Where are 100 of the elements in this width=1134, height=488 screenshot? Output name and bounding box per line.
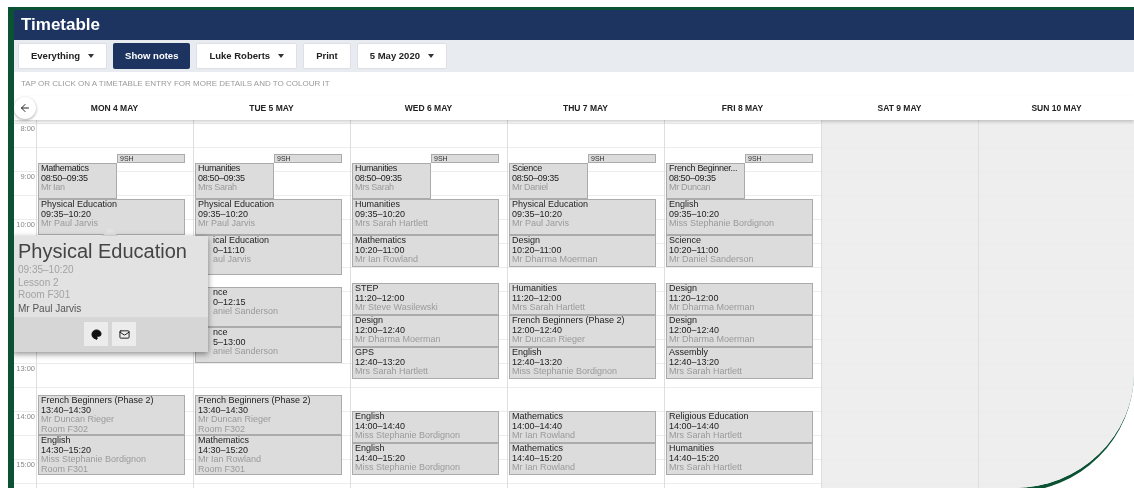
entry-time: 09:35–10:20 (355, 209, 406, 219)
back-button[interactable] (14, 97, 36, 119)
caret-icon (427, 54, 434, 58)
entry-teacher: Miss Stephanie Bordignon (41, 455, 147, 465)
entry-time: 12:00–12:40 (669, 325, 720, 335)
day-heading: WED 6 MAY (404, 101, 453, 115)
entry-subject: Humanities (355, 200, 401, 210)
timetable-entry[interactable]: French Beginners (Phase 2) 13:40–14:30 Mr Duncan Rieger Room F302 (38, 395, 185, 435)
timetable-entry[interactable]: Mathematics 14:00–14:40 Mr Ian Rowland (509, 411, 656, 443)
entry-subject: nce (213, 288, 228, 298)
entry-teacher: Mr Duncan Rieger (512, 335, 586, 345)
timetable-entry[interactable]: GPS 12:40–13:20 Mrs Sarah Hartlett (352, 347, 499, 379)
entry-subject: STEP (355, 284, 379, 294)
timetable-entry[interactable]: Science 08:50–09:35 Mr Daniel (509, 163, 588, 199)
message-button[interactable] (112, 322, 136, 347)
day-heading: THU 7 MAY (563, 101, 608, 115)
timetable-entry[interactable]: Physical Education 09:35–10:20 Mr Paul Jarvis (509, 199, 656, 235)
timetable-entry[interactable]: Design 12:00–12:40 Mr Dharma Moerman (352, 315, 499, 347)
entry-time: 13:40–14:30 (41, 405, 92, 415)
toggle-button[interactable]: Show notes (113, 43, 191, 69)
colour-button[interactable] (84, 322, 108, 347)
entry-subject: Assembly (669, 348, 708, 358)
entry-teacher: Mrs Sarah Hartlett (512, 303, 586, 313)
timetable-entry[interactable]: Assembly 12:40–13:20 Mrs Sarah Hartlett (666, 347, 813, 379)
popup-teacher: Mr Paul Jarvis (18, 301, 82, 315)
popup-title: Physical Education (18, 239, 187, 264)
popup-detail: Room F301 (18, 289, 71, 302)
timetable-entry[interactable]: Humanities 11:20–12:00 Mrs Sarah Hartlett (509, 283, 656, 315)
entry-subject: Science (669, 236, 702, 246)
timetable-entry[interactable]: English 09:35–10:20 Miss Stephanie Bordignon (666, 199, 813, 235)
entry-subject: Religious Education (669, 412, 749, 422)
entry-teacher: Mr Ian Rowland (512, 463, 576, 473)
entry-time: 14:40–15:20 (669, 453, 720, 463)
timetable-entry[interactable]: Design 12:00–12:40 Mr Dharma Moerman (666, 315, 813, 347)
entry-time: 09:35–10:20 (198, 209, 249, 219)
entry-subject: English (41, 436, 71, 446)
timetable-entry[interactable]: English 12:40–13:20 Miss Stephanie Bordignon (509, 347, 656, 379)
timetable-entry[interactable]: English 14:40–15:20 Miss Stephanie Bordignon (352, 443, 499, 475)
entry-teacher: Mr Daniel Sanderson (669, 255, 754, 265)
hint-text: TAP OR CLICK ON A TIMETABLE ENTRY FOR MORE DETAILS AND TO COLOUR IT (21, 78, 330, 90)
entry-teacher: Miss Stephanie Bordignon (355, 463, 461, 473)
timetable-entry[interactable]: Science 10:20–11:00 Mr Daniel Sanderson (666, 235, 813, 267)
dropdown-button[interactable]: Everything (18, 43, 108, 69)
timetable-entry[interactable]: French Beginner... 08:50–09:35 Mr Duncan (666, 163, 745, 199)
entry-subject: Physical Education (41, 200, 118, 210)
timetable-entry[interactable]: Humanities 14:40–15:20 Mrs Sarah Hartlett (666, 443, 813, 475)
entry-teacher: Mrs Sarah Hartlett (669, 367, 743, 377)
timetable-entry[interactable]: English 14:30–15:20 Miss Stephanie Bordignon Room F301 (38, 435, 185, 475)
entry-subject: English (512, 348, 542, 358)
entry-time: 13:40–14:30 (198, 405, 249, 415)
timetable-entry[interactable]: STEP 11:20–12:00 Mr Steve Wasilewski (352, 283, 499, 315)
entry-time: 14:00–14:40 (512, 421, 563, 431)
entry-teacher: Mr Duncan Rieger (41, 415, 115, 425)
print-button[interactable]: Print (303, 43, 351, 69)
entry-time: 0–11:10 (213, 245, 245, 255)
timetable-entry[interactable]: Humanities 08:50–09:35 Mrs Sarah (195, 163, 274, 199)
entry-room: Room F302 (41, 424, 89, 434)
entry-room: Room F302 (198, 424, 246, 434)
back-arrow-icon (19, 102, 31, 114)
entry-subject: Humanities (669, 444, 715, 454)
entry-teacher: Mr Paul Jarvis (198, 219, 255, 229)
entry-teacher: Mr Paul Jarvis (512, 219, 569, 229)
entry-time: 10:20–11:00 (355, 245, 405, 255)
timetable-entry[interactable]: Humanities 09:35–10:20 Mrs Sarah Hartlett (352, 199, 499, 235)
entry-teacher: Mr Dharma Moerman (355, 335, 441, 345)
day-heading: SUN 10 MAY (1031, 101, 1082, 115)
entry-teacher: Mr Dharma Moerman (669, 303, 755, 313)
timetable-entry[interactable]: French Beginners (Phase 2) 13:40–14:30 Mr Duncan Rieger Room F302 (195, 395, 342, 435)
entry-time: 14:00–14:40 (355, 421, 406, 431)
timetable-entry[interactable]: Mathematics 14:40–15:20 Mr Ian Rowland (509, 443, 656, 475)
entry-teacher: Mr Steve Wasilewski (355, 303, 438, 313)
entry-time: 12:00–12:40 (355, 325, 406, 335)
dropdown-button[interactable]: 5 May 2020 (356, 43, 447, 69)
timetable-entry[interactable]: French Beginners (Phase 2) 12:00–12:40 Mr Duncan Rieger (509, 315, 656, 347)
timetable-entry[interactable]: Physical Education 09:35–10:20 Mr Paul Jarvis (38, 199, 185, 235)
timetable-entry[interactable]: Mathematics 14:30–15:20 Mr Ian Rowland Room F301 (195, 435, 342, 475)
entry-room: Room F301 (41, 464, 89, 474)
entry-subject: Mathematics (512, 444, 564, 454)
entry-subject: Mathematics (41, 164, 89, 174)
entry-subject: GPS (355, 348, 374, 358)
timetable-entry[interactable]: Design 11:20–12:00 Mr Dharma Moerman (666, 283, 813, 315)
day-heading: TUE 5 MAY (249, 101, 294, 115)
timetable-entry[interactable]: Mathematics 10:20–11:00 Mr Ian Rowland (352, 235, 499, 267)
caret-icon (278, 54, 285, 58)
timetable-entry[interactable]: Humanities 08:50–09:35 Mrs Sarah (352, 163, 431, 199)
timetable-entry[interactable]: Physical Education 09:35–10:20 Mr Paul Jarvis (195, 199, 342, 235)
entry-subject: English (669, 200, 699, 210)
entry-teacher: Miss Stephanie Bordignon (512, 367, 618, 377)
popup-detail: 09:35–10:20 (18, 264, 74, 277)
timetable-entry[interactable]: English 14:00–14:40 Miss Stephanie Bordignon (352, 411, 499, 443)
entry-subject: Humanities (512, 284, 558, 294)
dropdown-button[interactable]: Luke Roberts (196, 43, 298, 69)
entry-teacher: Mrs Sarah Hartlett (669, 463, 743, 473)
timetable-entry[interactable]: Design 10:20–11:00 Mr Dharma Moerman (509, 235, 656, 267)
timetable-entry[interactable]: Religious Education 14:00–14:40 Mrs Sarah Hartlett (666, 411, 813, 443)
entry-time: 11:20–12:00 (355, 293, 405, 303)
entry-subject: nce (213, 328, 228, 338)
entry-teacher: Mr Paul Jarvis (41, 219, 98, 229)
entry-teacher: Mr Daniel (512, 183, 548, 193)
entry-time: 14:00–14:40 (669, 421, 720, 431)
